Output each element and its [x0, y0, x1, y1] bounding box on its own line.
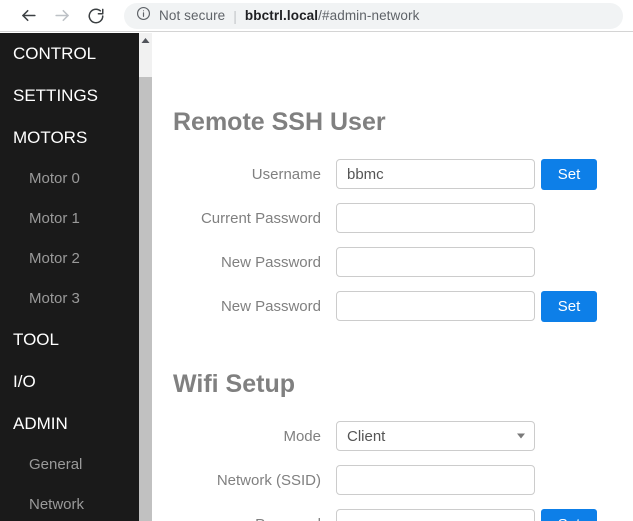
ssh-password-set-button[interactable]: Set	[541, 290, 597, 322]
form-row-username: Username Set	[153, 158, 633, 190]
sidebar-item-io[interactable]: I/O	[0, 361, 139, 403]
security-status-label: Not secure	[159, 8, 226, 23]
sidebar-item-settings[interactable]: SETTINGS	[0, 75, 139, 117]
username-input[interactable]	[336, 159, 535, 189]
back-button[interactable]	[14, 2, 42, 30]
chevron-down-icon	[517, 433, 525, 439]
form-row-wifi-ssid: Network (SSID)	[153, 465, 633, 495]
sidebar-scrollbar[interactable]	[139, 33, 153, 521]
sidebar-item-motor-2[interactable]: Motor 2	[0, 239, 139, 279]
sidebar-item-motor-3[interactable]: Motor 3	[0, 279, 139, 319]
new-password-label: New Password	[220, 253, 321, 271]
info-circle-icon[interactable]	[136, 6, 151, 26]
wifi-set-button[interactable]: Set	[541, 508, 597, 521]
form-row-confirm-password: New Password Set	[153, 290, 633, 322]
ssh-section-title: Remote SSH User	[173, 108, 386, 136]
main-content: Remote SSH User Username Set Current Pas…	[153, 33, 633, 521]
form-row-wifi-password: Password Set	[153, 508, 633, 521]
page-viewport: CONTROL SETTINGS MOTORS Motor 0 Motor 1 …	[0, 33, 633, 521]
wifi-mode-select[interactable]: Client	[336, 421, 535, 451]
url-host: bbctrl.local	[244, 8, 319, 23]
scroll-up-arrow-icon[interactable]	[139, 33, 152, 47]
forward-button[interactable]	[48, 2, 76, 30]
wifi-mode-selected-value: Client	[347, 427, 386, 445]
wifi-password-label: Password	[153, 516, 336, 521]
new-password-input[interactable]	[336, 247, 535, 277]
form-row-new-password: New Password	[153, 247, 633, 277]
sidebar-item-motors[interactable]: MOTORS	[0, 117, 139, 159]
wifi-ssid-label: Network (SSID)	[216, 471, 321, 489]
forward-arrow-icon	[53, 6, 72, 25]
form-row-current-password: Current Password	[153, 203, 633, 233]
confirm-password-input[interactable]	[336, 291, 535, 321]
sidebar-item-admin[interactable]: ADMIN	[0, 403, 139, 445]
confirm-password-label: New Password	[220, 297, 321, 315]
reload-icon	[87, 7, 105, 25]
current-password-label: Current Password	[200, 209, 321, 227]
address-bar-separator: |	[233, 7, 237, 24]
browser-toolbar: Not secure | bbctrl.local /#admin-networ…	[0, 0, 633, 32]
wifi-section-title: Wifi Setup	[173, 370, 295, 398]
scrollbar-thumb[interactable]	[139, 77, 152, 521]
url-path: /#admin-network	[318, 8, 420, 23]
sidebar-item-motor-1[interactable]: Motor 1	[0, 199, 139, 239]
sidebar-item-motor-0[interactable]: Motor 0	[0, 159, 139, 199]
back-arrow-icon	[19, 6, 38, 25]
sidebar-navigation: CONTROL SETTINGS MOTORS Motor 0 Motor 1 …	[0, 33, 139, 521]
wifi-ssid-input[interactable]	[336, 465, 535, 495]
address-bar[interactable]: Not secure | bbctrl.local /#admin-networ…	[124, 2, 623, 29]
sidebar-item-network[interactable]: Network	[0, 485, 139, 521]
ssh-username-set-button[interactable]: Set	[541, 158, 597, 190]
sidebar-item-general[interactable]: General	[0, 445, 139, 485]
username-label: Username	[251, 165, 321, 183]
wifi-password-input[interactable]	[336, 509, 535, 521]
wifi-mode-label: Mode	[283, 427, 321, 445]
form-row-wifi-mode: Mode Client	[153, 421, 633, 451]
current-password-input[interactable]	[336, 203, 535, 233]
sidebar-item-control[interactable]: CONTROL	[0, 33, 139, 75]
sidebar-item-tool[interactable]: TOOL	[0, 319, 139, 361]
reload-button[interactable]	[82, 2, 110, 30]
